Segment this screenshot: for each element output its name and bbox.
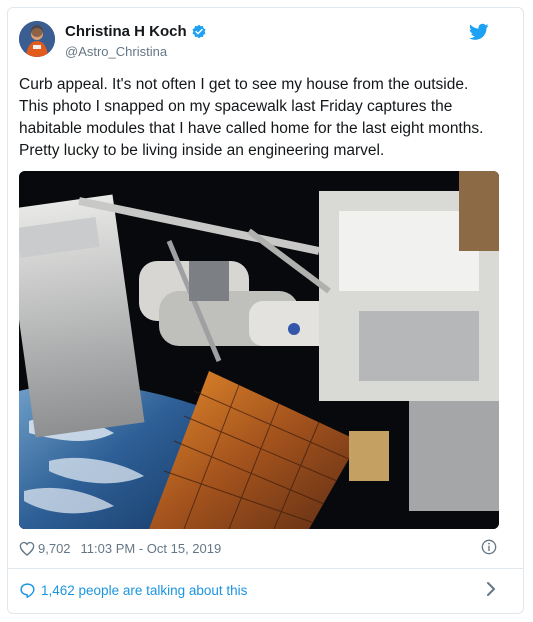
tweet-meta: 9,702 11:03 PM - Oct 15, 2019 [19, 538, 499, 558]
conversation-text: 1,462 people are talking about this [41, 582, 248, 598]
conversation-link[interactable]: 1,462 people are talking about this [19, 580, 499, 600]
tweet-header: Christina H Koch @Astro_Christina [19, 21, 489, 61]
tweet-timestamp[interactable]: 11:03 PM - Oct 15, 2019 [81, 541, 222, 556]
heart-icon[interactable] [19, 541, 35, 556]
tweet-photo[interactable] [19, 171, 499, 529]
like-count[interactable]: 9,702 [38, 541, 71, 556]
author-name[interactable]: Christina H Koch [65, 23, 187, 40]
tweet-text: Curb appeal. It's not often I get to see… [19, 76, 484, 159]
author-handle[interactable]: @Astro_Christina [65, 44, 167, 59]
author-avatar[interactable] [19, 21, 55, 57]
comment-bubble-icon [20, 582, 35, 598]
divider [7, 568, 524, 569]
verified-badge-icon [192, 24, 206, 38]
chevron-right-icon[interactable] [485, 582, 497, 596]
twitter-bird-icon[interactable] [469, 23, 489, 41]
info-icon[interactable] [481, 539, 497, 555]
